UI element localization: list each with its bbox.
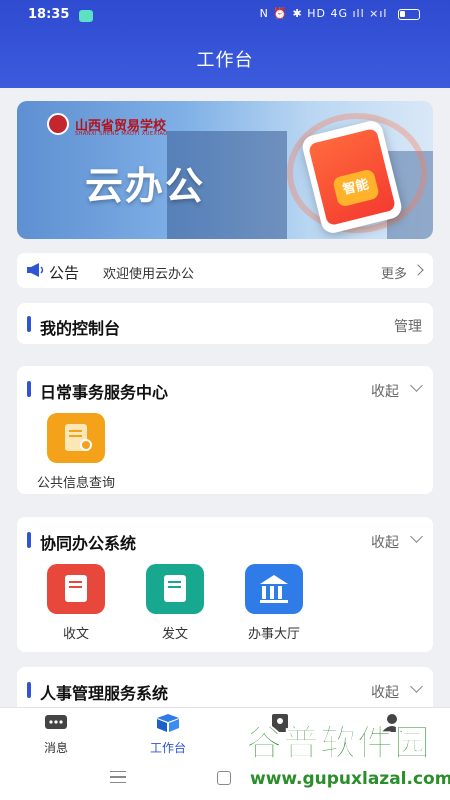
app-receive-doc[interactable]: 收文 — [31, 564, 121, 642]
app-info-query[interactable]: 公共信息查询 — [31, 413, 121, 491]
section-title: 人事管理服务系统 — [40, 684, 169, 703]
section-title: 日常事务服务中心 — [40, 383, 169, 402]
notice-bar[interactable]: 公告 欢迎使用云办公 更多 — [17, 253, 433, 288]
notice-label: 公告 — [49, 264, 80, 282]
app-label: 办事大厅 — [247, 627, 300, 642]
megaphone-icon — [27, 263, 44, 277]
notice-more-link[interactable]: 更多 — [381, 263, 407, 282]
app-send-doc[interactable]: 发文 — [130, 564, 220, 642]
school-logo — [47, 113, 69, 135]
section-bar — [27, 316, 31, 332]
app-label: 收文 — [62, 627, 89, 642]
section-title: 协同办公系统 — [40, 534, 137, 553]
my-console-card: 我的控制台 管理 — [17, 303, 433, 344]
console-title: 我的控制台 — [40, 319, 121, 338]
status-icons: N ⏰ ✱ HD 4G ıll ×ıl — [260, 7, 420, 20]
status-icon-text: N ⏰ ✱ HD 4G ıll ×ıl — [259, 7, 388, 20]
collapse-button[interactable]: 收起 — [371, 381, 399, 401]
notice-text: 欢迎使用云办公 — [103, 267, 195, 282]
app-header: 18:35 N ⏰ ✱ HD 4G ıll ×ıl 工作台 — [0, 0, 450, 88]
tab-messages[interactable]: 消息 — [0, 708, 112, 760]
watermark-url: www.gupuxlazal.com — [250, 769, 450, 789]
app-service-hall[interactable]: 办事大厅 — [229, 564, 319, 642]
receive-doc-icon — [47, 564, 105, 614]
daily-affairs-section: 日常事务服务中心 收起 公共信息查询 — [17, 366, 433, 494]
section-bar — [27, 381, 31, 397]
status-time: 18:35 — [28, 7, 70, 22]
page-title: 工作台 — [196, 50, 254, 71]
home-icon[interactable] — [217, 771, 231, 785]
tab-workbench[interactable]: 工作台 — [112, 708, 224, 760]
promo-banner[interactable]: 山西省贸易学校 SHANXI SHENG MAOYI XUEXIAO 云办公 智… — [17, 101, 433, 239]
service-hall-icon — [245, 564, 303, 614]
send-doc-icon — [146, 564, 204, 614]
section-bar — [27, 682, 31, 698]
menu-icon[interactable] — [110, 771, 126, 783]
workbench-icon — [157, 714, 179, 732]
status-bar: 18:35 N ⏰ ✱ HD 4G ıll ×ıl — [0, 0, 450, 32]
tab-label: 工作台 — [149, 741, 186, 755]
chevron-down-icon — [410, 530, 423, 543]
info-query-icon — [47, 413, 105, 463]
watermark: 谷普软件园 www.gupuxlazal.com — [245, 712, 450, 798]
school-name-en: SHANXI SHENG MAOYI XUEXIAO — [75, 131, 168, 137]
collab-office-section: 协同办公系统 收起 收文 发文 办事大厅 — [17, 517, 433, 652]
message-icon — [45, 715, 67, 729]
chevron-down-icon — [410, 680, 423, 693]
battery-icon — [398, 8, 420, 20]
section-bar — [27, 532, 31, 548]
manage-button[interactable]: 管理 — [394, 316, 422, 336]
banner-heading: 云办公 — [85, 164, 206, 208]
app-label: 发文 — [161, 627, 188, 642]
tab-label: 消息 — [43, 741, 68, 755]
watermark-title: 谷普软件园 — [245, 723, 432, 765]
collapse-button[interactable]: 收起 — [371, 682, 399, 702]
chevron-down-icon — [410, 379, 423, 392]
app-label: 公共信息查询 — [36, 476, 115, 491]
chat-notification-icon — [79, 10, 93, 22]
chevron-right-icon — [412, 264, 424, 276]
collapse-button[interactable]: 收起 — [371, 532, 399, 552]
